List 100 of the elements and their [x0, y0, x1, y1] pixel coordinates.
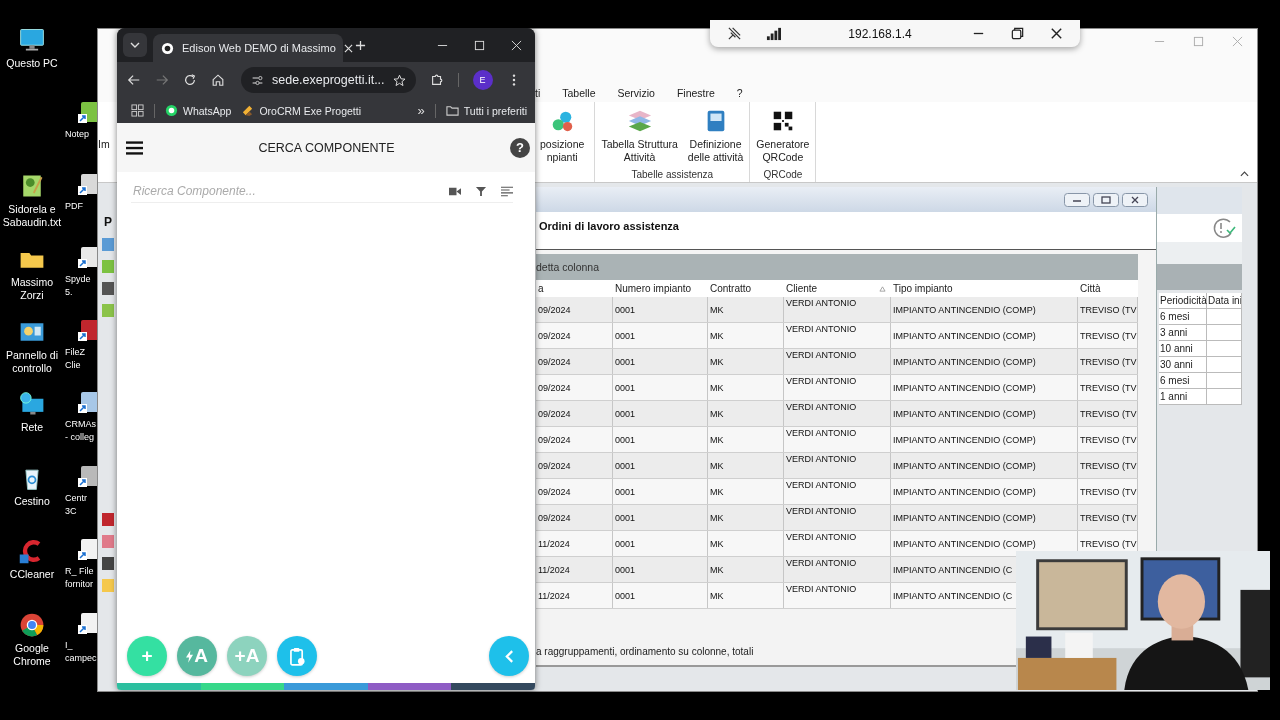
tab-list-button[interactable] — [123, 33, 147, 57]
table-cell: 0001 — [613, 401, 708, 426]
menu-item[interactable]: Servizio — [617, 87, 655, 99]
icon-label: R_ File fornitor — [65, 565, 94, 591]
ribbon-button[interactable]: posizione npianti — [540, 108, 591, 180]
table-cell: 09/2024 — [536, 375, 613, 400]
video-camera-icon[interactable] — [449, 185, 461, 197]
column-header[interactable]: Cliente — [784, 280, 891, 297]
icon-label: CCleaner — [9, 568, 55, 581]
network-icon[interactable] — [18, 390, 46, 418]
icon-label: Spyde 5. — [65, 273, 91, 299]
column-header[interactable]: Contratto — [708, 280, 784, 297]
icon-label: Cestino — [14, 495, 50, 508]
table-cell: 09/2024 — [536, 297, 613, 322]
new-tab-icon[interactable] — [355, 39, 366, 51]
table-cell: MK — [708, 375, 784, 400]
computer-icon[interactable] — [18, 26, 46, 54]
table-cell: TREVISO (TV — [1078, 323, 1138, 348]
unpin-icon[interactable] — [727, 26, 742, 41]
column-header[interactable]: Numero impianto — [613, 280, 708, 297]
icon-label: FileZ Clie — [65, 346, 85, 372]
table-cell: IMPIANTO ANTINCENDIO (COMP) — [891, 323, 1078, 348]
icon-label: Pannello di controllo — [6, 349, 58, 375]
table-cell: VERDI ANTONIO — [784, 479, 891, 504]
table-cell: 09/2024 — [536, 401, 613, 426]
star-icon[interactable] — [392, 73, 406, 87]
signal-icon[interactable] — [766, 26, 781, 41]
bookmark[interactable]: OroCRM Exe Progetti — [241, 104, 361, 117]
bookmark-folder[interactable]: Tutti i preferiti — [445, 104, 527, 117]
tab-title: Edison Web DEMO di Massimo — [182, 42, 336, 54]
site-icon — [161, 41, 174, 55]
table-cell: VERDI ANTONIO — [784, 297, 891, 322]
clipboard-button[interactable] — [277, 636, 317, 676]
table-cell: 0001 — [613, 531, 708, 556]
column-header[interactable]: Tipo impianto — [891, 280, 1078, 297]
group-hint: detta colonna — [536, 261, 600, 273]
column-header[interactable]: Città — [1078, 280, 1138, 297]
icon-label: PDF — [65, 200, 83, 213]
chevron-left-icon — [504, 648, 514, 664]
close-icon[interactable] — [1049, 26, 1064, 41]
profile-button[interactable]: E — [472, 70, 493, 90]
icon-label: Google Chrome — [13, 642, 51, 668]
sort-lines-icon[interactable] — [501, 185, 513, 197]
table-cell: IMPIANTO ANTINCENDIO (COMP) — [891, 375, 1078, 400]
table-cell: VERDI ANTONIO — [784, 349, 891, 374]
collapse-icon[interactable] — [1240, 171, 1249, 177]
menu-item[interactable]: ? — [736, 87, 743, 99]
apps-grid-icon[interactable] — [131, 104, 144, 117]
table-cell: 0001 — [613, 479, 708, 504]
back-arrow-icon[interactable] — [127, 73, 141, 87]
group-label: Tabelle assistenza — [631, 169, 714, 180]
more-bookmarks-button[interactable]: » — [417, 103, 425, 118]
icon-label: Massimo Zorzi — [11, 276, 53, 302]
table-cell: MK — [708, 505, 784, 530]
table-cell: 09/2024 — [536, 349, 613, 374]
table-cell: 0001 — [613, 583, 708, 608]
page-title: CERCA COMPONENTE — [257, 140, 396, 155]
restore-icon[interactable] — [1010, 26, 1025, 41]
bolt-icon — [186, 649, 194, 663]
table-cell: MK — [708, 557, 784, 582]
table-cell: 09/2024 — [536, 453, 613, 478]
menu-item[interactable]: Tabelle — [562, 87, 596, 99]
table-cell: 09/2024 — [536, 427, 613, 452]
ribbon-button[interactable]: Tabella Struttura Attività — [599, 108, 680, 169]
reload-icon[interactable] — [183, 73, 197, 87]
icon-label: Notep — [65, 128, 90, 141]
menu-icon[interactable] — [126, 140, 143, 155]
home-icon[interactable] — [211, 73, 225, 87]
search-field[interactable]: Ricerca Componente... — [131, 181, 435, 201]
minimize-button[interactable] — [1064, 192, 1090, 207]
table-cell: 0001 — [613, 505, 708, 530]
table-cell: TREVISO (TV — [1078, 349, 1138, 374]
table-cell: TREVISO (TV — [1078, 297, 1138, 322]
table-cell: IMPIANTO ANTINCENDIO (COMP) — [891, 453, 1078, 478]
filter-icon[interactable] — [475, 185, 487, 197]
chat-bubble-icon — [165, 104, 178, 117]
table-cell: VERDI ANTONIO — [784, 583, 891, 608]
round-logo-icon[interactable] — [18, 611, 46, 639]
site-settings-icon[interactable] — [251, 73, 264, 87]
icon-label: Centr 3C — [65, 492, 87, 518]
table-cell: 0001 — [613, 297, 708, 322]
table-cell: 11/2024 — [536, 557, 613, 582]
diagonal-logo-icon — [241, 104, 255, 117]
puzzle-icon[interactable] — [429, 73, 444, 87]
table-cell: 09/2024 — [536, 479, 613, 504]
ribbon-button[interactable]: Generatore QRCode — [754, 108, 812, 169]
address-bar[interactable]: sede.exeprogetti.it... — [241, 67, 416, 93]
column-header[interactable]: a — [536, 280, 613, 297]
table-cell: 0001 — [613, 557, 708, 582]
menu-item[interactable]: ti — [535, 87, 541, 99]
close-button[interactable] — [1122, 192, 1148, 207]
help-button[interactable]: ? — [510, 137, 530, 158]
table-cell: MK — [708, 479, 784, 504]
ribbon-button[interactable]: Definizione delle attività — [685, 108, 746, 169]
column-header[interactable]: Data ini — [1207, 293, 1242, 308]
bookmark[interactable]: WhatsApp — [165, 104, 232, 117]
table-cell: VERDI ANTONIO — [784, 505, 891, 530]
menu-item[interactable]: Finestre — [676, 87, 715, 99]
column-header[interactable]: Periodicità — [1159, 293, 1207, 308]
table-cell: TREVISO (TV — [1078, 479, 1138, 504]
